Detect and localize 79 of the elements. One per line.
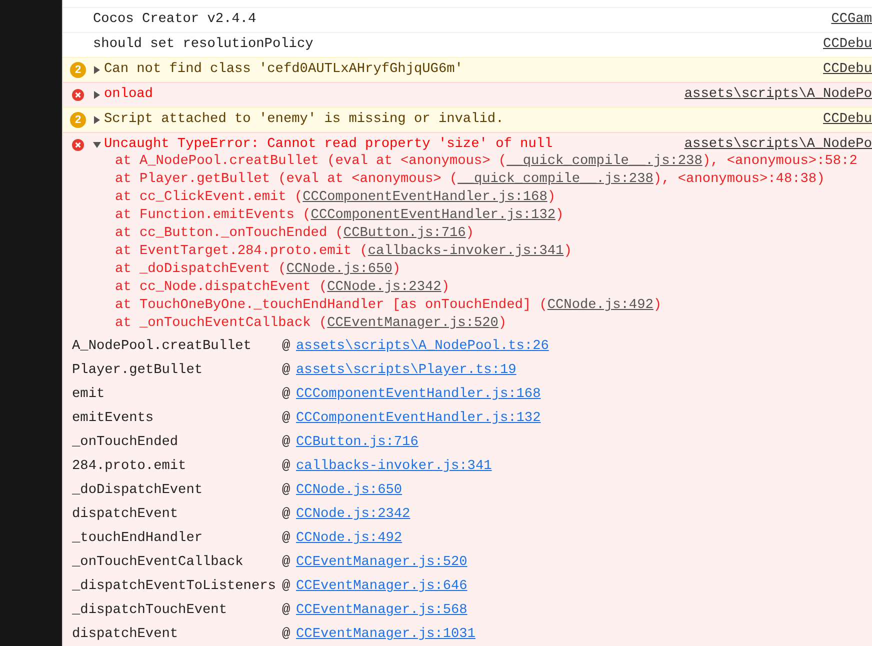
at-sign: @ [282,362,292,380]
message-text: Script attached to 'enemy' is missing or invalid. [104,112,504,128]
disclosure-triangle-icon[interactable] [94,116,100,124]
stack-trace-line: at Function.emitEvents (CCComponentEventHandler.js:132) [115,207,564,225]
function-name: _onTouchEnded [72,434,180,452]
function-name: A_NodePool.creatBullet [72,338,252,356]
message-text: onload [104,87,153,103]
source-link[interactable]: __quick_compile__.js:238 [458,172,654,187]
at-sign: @ [282,602,292,620]
source-link[interactable]: assets\scripts\Player.ts:19 [296,362,516,380]
at-sign: @ [282,338,292,356]
function-name: _dispatchEventToListeners [72,578,277,596]
source-link[interactable]: CCComponentEventHandler.js:132 [296,410,541,428]
at-sign: @ [282,530,292,548]
function-name: _touchEndHandler [72,530,204,548]
stack-trace-line: at EventTarget.284.proto.emit (callbacks-invoker.js:341) [115,243,572,261]
source-link[interactable]: CCEventManager.js:646 [296,578,468,596]
function-name: emit [72,386,106,404]
function-name: dispatchEvent [72,506,180,524]
source-link[interactable]: CCNode.js:650 [296,482,402,500]
at-sign: @ [282,626,292,644]
disclosure-triangle-icon[interactable] [94,66,100,74]
stack-trace-line: at cc_Button._onTouchEnded (CCButton.js:716) [115,225,474,243]
source-link[interactable]: CCComponentEventHandler.js:168 [302,190,548,205]
warning-count-badge: 2 [70,62,86,78]
source-link[interactable]: assets\scripts\A_NodePool.ts:26 [296,338,549,356]
disclosure-triangle-icon[interactable] [93,142,101,148]
message-text: Can not find class 'cefd0AUTLxAHryfGhjqUG6m' [104,62,463,78]
function-name: _onTouchEventCallback [72,554,244,572]
at-sign: @ [282,482,292,500]
stack-trace-line: at TouchOneByOne._touchEndHandler [as onTouchEnded] (CCNode.js:492) [115,297,662,315]
message-text: Cocos Creator v2.4.4 [93,12,256,28]
function-name: 284.proto.emit [72,458,188,476]
source-link[interactable]: CCNode.js:492 [547,298,654,313]
disclosure-triangle-icon[interactable] [94,91,100,99]
at-sign: @ [282,554,292,572]
source-link[interactable]: CCDebu [815,112,872,128]
source-link[interactable]: CCGam [823,12,872,28]
source-link[interactable]: CCButton.js:716 [296,434,418,452]
function-name: dispatchEvent [72,626,180,644]
stack-trace-line: at Player.getBullet (eval at <anonymous> (__quick_compile__.js:238), <anonymous>:48:38) [115,171,825,189]
source-link[interactable]: CCDebu [815,37,872,53]
at-sign: @ [282,410,292,428]
source-link[interactable]: CCEventManager.js:520 [327,316,498,331]
stack-trace-line: at cc_Node.dispatchEvent (CCNode.js:2342) [115,279,450,297]
function-name: _doDispatchEvent [72,482,204,500]
warning-count-badge: 2 [70,112,86,128]
source-link[interactable]: CCEventManager.js:1031 [296,626,476,644]
message-text: Uncaught TypeError: Cannot read property 'size' of null [104,137,553,153]
source-link[interactable]: __quick_compile__.js:238 [506,154,702,169]
source-link[interactable]: CCComponentEventHandler.js:168 [296,386,541,404]
source-link[interactable]: assets\scripts\A_NodePo [676,87,872,103]
at-sign: @ [282,386,292,404]
at-sign: @ [282,434,292,452]
source-link[interactable]: CCDebu [815,62,872,78]
stack-trace-line: at _doDispatchEvent (CCNode.js:650) [115,261,401,279]
stack-trace-line: at _onTouchEventCallback (CCEventManager.js:520) [115,315,507,333]
stack-trace-line: at A_NodePool.creatBullet (eval at <anonymous> (__quick_compile__.js:238), <anonymous>:58:2 [115,153,858,171]
function-name: Player.getBullet [72,362,204,380]
function-name: _dispatchTouchEvent [72,602,228,620]
stack-trace-line: at cc_ClickEvent.emit (CCComponentEventHandler.js:168) [115,189,556,207]
source-link[interactable]: CCNode.js:2342 [296,506,410,524]
error-icon [72,89,84,101]
source-link[interactable]: CCEventManager.js:568 [296,602,468,620]
source-link[interactable]: callbacks-invoker.js:341 [368,244,564,259]
source-link[interactable]: CCNode.js:492 [296,530,402,548]
source-link[interactable]: CCNode.js:650 [286,262,392,277]
message-text: should set resolutionPolicy [93,37,314,53]
source-link[interactable]: CCNode.js:2342 [327,280,442,295]
source-link[interactable]: assets\scripts\A_NodePo [676,137,872,153]
source-link[interactable]: CCComponentEventHandler.js:132 [310,208,556,223]
function-name: emitEvents [72,410,155,428]
at-sign: @ [282,506,292,524]
source-link[interactable]: CCEventManager.js:520 [296,554,468,572]
at-sign: @ [282,458,292,476]
source-link[interactable]: CCButton.js:716 [343,226,466,241]
at-sign: @ [282,578,292,596]
source-link[interactable]: callbacks-invoker.js:341 [296,458,492,476]
error-icon [72,139,84,151]
